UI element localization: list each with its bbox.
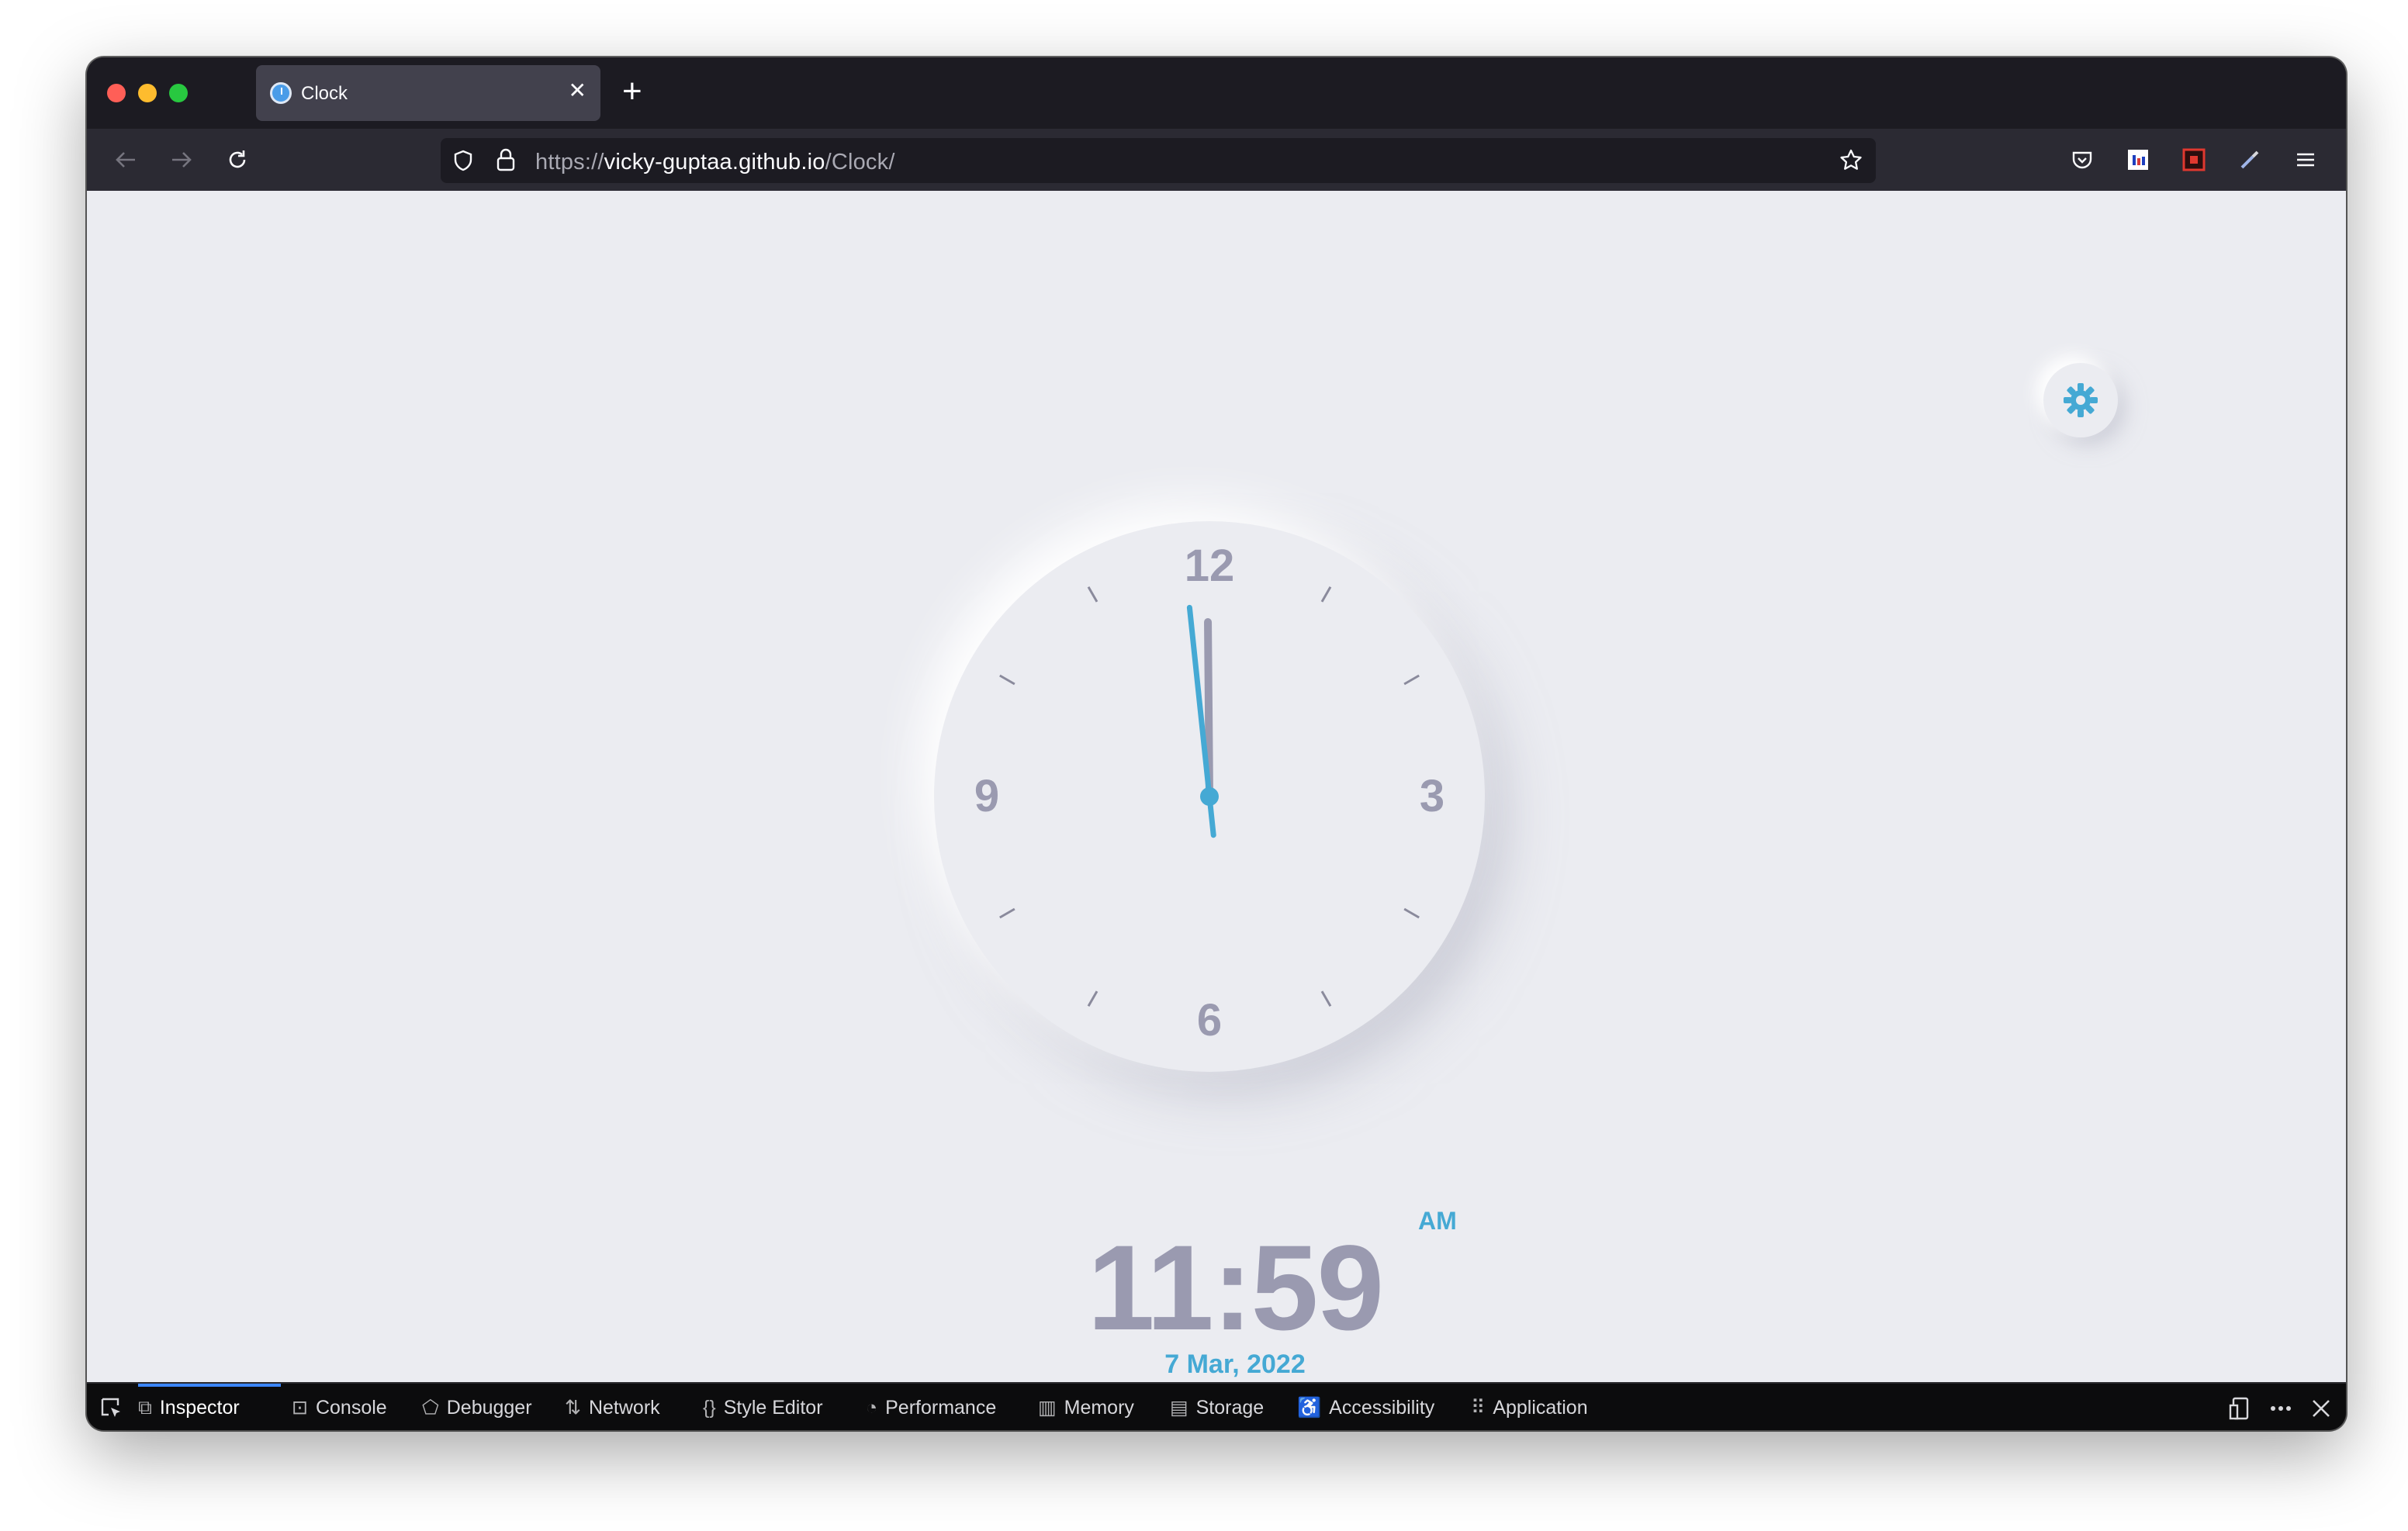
network-icon: ⇅	[565, 1397, 581, 1419]
devtools-tab-memory[interactable]: ▥ Memory	[1038, 1384, 1134, 1430]
new-tab-button[interactable]: +	[622, 68, 642, 115]
zoom-window-button[interactable]	[169, 84, 188, 102]
pocket-button[interactable]	[2064, 141, 2101, 178]
numeral-12: 12	[1185, 541, 1235, 591]
devtools-tab-label: Style Editor	[723, 1396, 823, 1419]
extension-flag-icon	[2128, 150, 2148, 170]
url-text[interactable]: https://vicky-guptaa.github.io/Clock/	[535, 150, 895, 175]
performance-icon: ◔	[866, 1396, 878, 1419]
devtools-tab-storage[interactable]: ▤ Storage	[1170, 1384, 1264, 1430]
digital-time: 11:59	[1087, 1221, 1384, 1356]
extension-button-2[interactable]	[2175, 141, 2213, 178]
extension-red-box-icon	[2182, 148, 2206, 171]
devtools-tab-inspector[interactable]: ⧉ Inspector	[138, 1384, 240, 1430]
devtools-tab-style-editor[interactable]: {} Style Editor	[703, 1384, 823, 1430]
close-icon	[2313, 1400, 2330, 1417]
arrow-right-icon	[172, 152, 192, 168]
devtools-tab-network[interactable]: ⇅ Network	[565, 1384, 660, 1430]
tab-close-icon[interactable]: ✕	[569, 79, 586, 102]
clock-center-dot	[1200, 787, 1219, 806]
tick-mark-8	[999, 907, 1015, 919]
tab-title: Clock	[301, 83, 348, 104]
devtools-tab-label: Storage	[1195, 1396, 1265, 1419]
bookmark-star-icon[interactable]	[1839, 148, 1863, 177]
ampm-indicator: AM	[1418, 1207, 1457, 1235]
devtools-tab-label: Console	[315, 1396, 387, 1419]
devtools-tab-performance[interactable]: ◔ Performance	[866, 1384, 996, 1430]
minimize-window-button[interactable]	[138, 84, 157, 102]
memory-icon: ▥	[1038, 1397, 1057, 1419]
tab-strip: Clock ✕ +	[87, 57, 2346, 129]
devtools-tab-label: Application	[1493, 1396, 1588, 1419]
devtools-tab-label: Debugger	[446, 1396, 532, 1419]
reload-button[interactable]	[219, 141, 256, 178]
element-picker-button[interactable]	[96, 1393, 127, 1424]
devtools-tab-label: Performance	[885, 1396, 997, 1419]
close-window-button[interactable]	[107, 84, 126, 102]
tick-mark-4	[1403, 907, 1420, 919]
digital-date: 7 Mar, 2022	[1164, 1350, 1306, 1379]
debugger-icon: ⬠	[422, 1397, 439, 1419]
tab-clock[interactable]: Clock ✕	[256, 65, 600, 121]
forward-button[interactable]	[163, 141, 200, 178]
devtools-tab-debugger[interactable]: ⬠ Debugger	[422, 1384, 532, 1430]
analog-clock: 12 3 6 9	[934, 521, 1485, 1072]
responsive-design-icon	[2229, 1397, 2249, 1420]
settings-button[interactable]	[2043, 363, 2118, 437]
gear-icon	[2064, 383, 2098, 417]
numeral-9: 9	[974, 771, 999, 821]
clock-favicon-icon	[270, 82, 292, 104]
devtools-tab-label: Memory	[1064, 1396, 1134, 1419]
responsive-design-button[interactable]	[2225, 1393, 2256, 1424]
style-editor-icon: {}	[703, 1396, 716, 1419]
devtools-close-button[interactable]	[2306, 1393, 2337, 1424]
element-picker-icon	[101, 1398, 120, 1417]
application-icon: ⠿	[1471, 1397, 1486, 1419]
back-button[interactable]	[107, 141, 144, 178]
tick-mark-10	[999, 674, 1015, 686]
app-menu-button[interactable]	[2287, 141, 2324, 178]
tracking-protection-shield-icon[interactable]	[452, 149, 475, 176]
devtools-tab-label: Inspector	[159, 1396, 240, 1419]
navigation-bar: https://vicky-guptaa.github.io/Clock/	[87, 129, 2346, 191]
devtools-tab-accessibility[interactable]: ♿ Accessibility	[1297, 1384, 1434, 1430]
tick-mark-7	[1087, 990, 1098, 1007]
devtools-tab-label: Network	[588, 1396, 660, 1419]
tick-mark-2	[1403, 674, 1420, 686]
numeral-3: 3	[1420, 771, 1444, 821]
pocket-icon	[2072, 151, 2092, 169]
tick-mark-11	[1087, 586, 1098, 603]
eyedropper-icon	[2240, 150, 2259, 169]
devtools-options-button[interactable]	[2265, 1393, 2296, 1424]
browser-window: Clock ✕ + https://vicky-guptaa.github.io…	[87, 57, 2346, 1430]
accessibility-icon: ♿	[1297, 1396, 1322, 1419]
devtools-tab-application[interactable]: ⠿ Application	[1471, 1384, 1588, 1430]
lock-icon[interactable]	[495, 147, 517, 176]
inspector-icon: ⧉	[138, 1396, 152, 1419]
more-options-icon	[2271, 1406, 2291, 1411]
numeral-6: 6	[1197, 995, 1222, 1045]
reload-icon	[229, 150, 246, 168]
devtools-tab-console[interactable]: ⊡ Console	[292, 1384, 387, 1430]
storage-icon: ▤	[1170, 1397, 1188, 1419]
extension-button-1[interactable]	[2119, 141, 2157, 178]
console-icon: ⊡	[292, 1397, 308, 1419]
arrow-left-icon	[116, 152, 135, 168]
extension-button-3[interactable]	[2231, 141, 2268, 178]
page-content: 12 3 6 9 11:59 AM 7 Mar, 2022	[87, 191, 2346, 1382]
tick-mark-5	[1320, 990, 1332, 1007]
tick-mark-1	[1320, 586, 1332, 603]
hamburger-menu-icon	[2297, 153, 2314, 167]
url-bar[interactable]: https://vicky-guptaa.github.io/Clock/	[441, 138, 1876, 183]
devtools-toolbar: ⧉ Inspector ⊡ Console ⬠ Debugger ⇅ Network {} Sty…	[87, 1382, 2346, 1430]
devtools-tab-label: Accessibility	[1329, 1396, 1435, 1419]
